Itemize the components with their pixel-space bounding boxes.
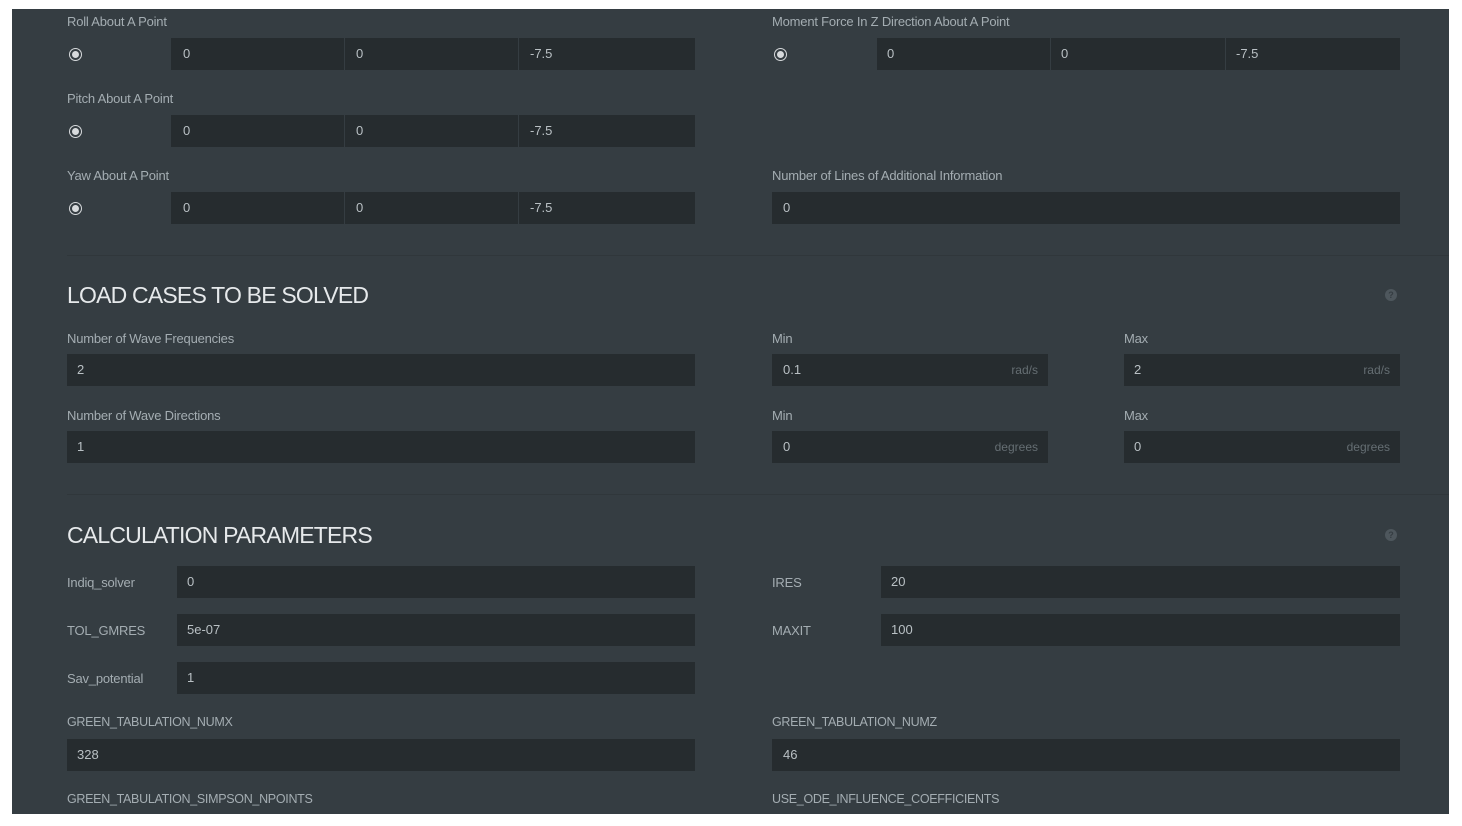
frequency-min-label: Min — [772, 331, 793, 346]
wave-frequencies-label: Number of Wave Frequencies — [67, 331, 234, 346]
roll-y-value[interactable]: 0 — [356, 38, 363, 70]
ires-input[interactable]: 20 — [881, 566, 1400, 598]
green-numz-label: GREEN_TABULATION_NUMZ — [772, 715, 937, 729]
moment-z-z-value[interactable]: -7.5 — [1236, 38, 1258, 70]
use-ode-label: USE_ODE_INFLUENCE_COEFFICIENTS — [772, 792, 1000, 806]
indiq-solver-value[interactable]: 0 — [187, 566, 194, 598]
load-cases-title: LOAD CASES TO BE SOLVED — [67, 282, 369, 308]
green-numx-input[interactable]: 328 — [67, 739, 695, 771]
sav-potential-input[interactable]: 1 — [177, 662, 695, 694]
wave-frequencies-value[interactable]: 2 — [77, 354, 84, 386]
direction-max-input[interactable]: 0 degrees — [1124, 431, 1400, 463]
ires-label: IRES — [772, 575, 802, 590]
direction-min-unit: degrees — [994, 440, 1038, 454]
pitch-label: Pitch About A Point — [67, 91, 174, 106]
maxit-label: MAXIT — [772, 623, 811, 638]
yaw-point-field[interactable]: 0 0 -7.5 — [171, 192, 695, 224]
roll-x-value[interactable]: 0 — [183, 38, 190, 70]
maxit-value[interactable]: 100 — [891, 614, 913, 646]
help-icon[interactable]: ? — [1385, 289, 1397, 301]
sav-potential-label: Sav_potential — [67, 671, 144, 686]
green-numz-value[interactable]: 46 — [783, 739, 797, 771]
wave-directions-value[interactable]: 1 — [77, 431, 84, 463]
moment-z-x-value[interactable]: 0 — [887, 38, 894, 70]
direction-max-value[interactable]: 0 — [1134, 431, 1141, 463]
frequency-max-unit: rad/s — [1363, 363, 1390, 377]
wave-directions-label: Number of Wave Directions — [67, 408, 221, 423]
pitch-y-value[interactable]: 0 — [356, 115, 363, 147]
field-divider — [518, 192, 519, 224]
moment-z-label: Moment Force In Z Direction About A Poin… — [772, 14, 1010, 29]
pitch-x-value[interactable]: 0 — [183, 115, 190, 147]
direction-min-input[interactable]: 0 degrees — [772, 431, 1048, 463]
additional-info-label: Number of Lines of Additional Informatio… — [772, 168, 1003, 183]
green-numx-value[interactable]: 328 — [77, 739, 99, 771]
frequency-min-value[interactable]: 0.1 — [783, 354, 801, 386]
ires-value[interactable]: 20 — [891, 566, 905, 598]
field-divider — [1225, 38, 1226, 70]
yaw-y-value[interactable]: 0 — [356, 192, 363, 224]
green-numz-input[interactable]: 46 — [772, 739, 1400, 771]
calc-params-title: CALCULATION PARAMETERS — [67, 522, 373, 548]
frequency-max-label: Max — [1124, 331, 1148, 346]
tol-gmres-input[interactable]: 5e-07 — [177, 614, 695, 646]
roll-point-field[interactable]: 0 0 -7.5 — [171, 38, 695, 70]
tol-gmres-label: TOL_GMRES — [67, 623, 146, 638]
frequency-max-value[interactable]: 2 — [1134, 354, 1141, 386]
pitch-point-field[interactable]: 0 0 -7.5 — [171, 115, 695, 147]
yaw-radio[interactable] — [70, 203, 81, 214]
roll-z-value[interactable]: -7.5 — [530, 38, 552, 70]
field-divider — [518, 38, 519, 70]
indiq-solver-label: Indiq_solver — [67, 575, 135, 590]
section-divider — [67, 255, 1449, 256]
sav-potential-value[interactable]: 1 — [187, 662, 194, 694]
maxit-input[interactable]: 100 — [881, 614, 1400, 646]
roll-label: Roll About A Point — [67, 14, 167, 29]
pitch-radio[interactable] — [70, 126, 81, 137]
moment-z-y-value[interactable]: 0 — [1061, 38, 1068, 70]
tol-gmres-value[interactable]: 5e-07 — [187, 614, 220, 646]
field-divider — [344, 192, 345, 224]
yaw-label: Yaw About A Point — [67, 168, 169, 183]
help-icon[interactable]: ? — [1385, 529, 1397, 541]
field-divider — [344, 38, 345, 70]
wave-directions-input[interactable]: 1 — [67, 431, 695, 463]
moment-z-point-field[interactable]: 0 0 -7.5 — [877, 38, 1400, 70]
field-divider — [344, 115, 345, 147]
indiq-solver-input[interactable]: 0 — [177, 566, 695, 598]
additional-info-input[interactable]: 0 — [772, 192, 1400, 224]
additional-info-value[interactable]: 0 — [783, 192, 790, 224]
frequency-max-input[interactable]: 2 rad/s — [1124, 354, 1400, 386]
roll-radio[interactable] — [70, 49, 81, 60]
wave-frequencies-input[interactable]: 2 — [67, 354, 695, 386]
frequency-min-unit: rad/s — [1011, 363, 1038, 377]
direction-min-label: Min — [772, 408, 793, 423]
pitch-z-value[interactable]: -7.5 — [530, 115, 552, 147]
green-simpson-label: GREEN_TABULATION_SIMPSON_NPOINTS — [67, 792, 313, 806]
moment-z-radio[interactable] — [775, 49, 786, 60]
frequency-min-input[interactable]: 0.1 rad/s — [772, 354, 1048, 386]
direction-min-value[interactable]: 0 — [783, 431, 790, 463]
green-numx-label: GREEN_TABULATION_NUMX — [67, 715, 233, 729]
direction-max-unit: degrees — [1346, 440, 1390, 454]
field-divider — [1050, 38, 1051, 70]
field-divider — [518, 115, 519, 147]
section-divider — [67, 494, 1449, 495]
yaw-z-value[interactable]: -7.5 — [530, 192, 552, 224]
direction-max-label: Max — [1124, 408, 1148, 423]
settings-panel: Roll About A Point 0 0 -7.5 Moment Force… — [12, 9, 1449, 814]
yaw-x-value[interactable]: 0 — [183, 192, 190, 224]
